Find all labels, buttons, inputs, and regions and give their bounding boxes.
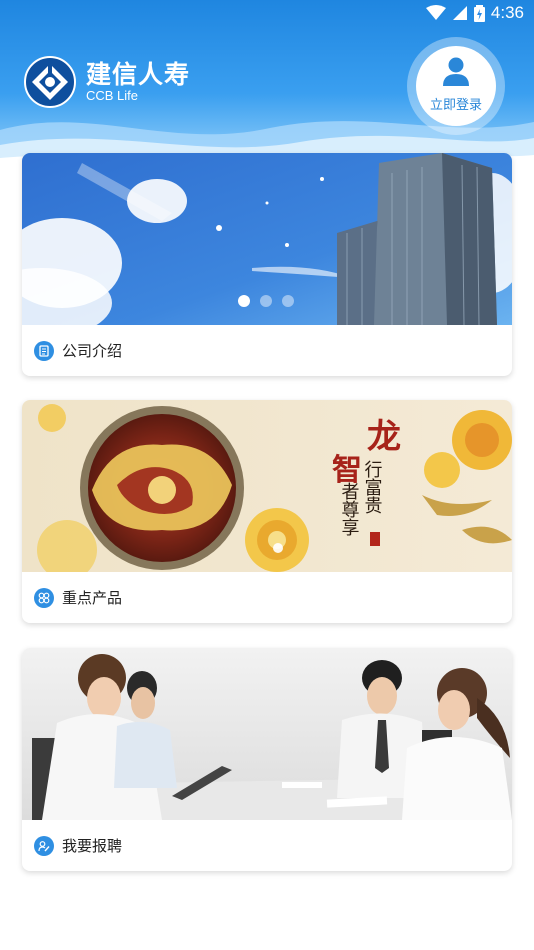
carousel-dot[interactable] [238,295,250,307]
login-label: 立即登录 [429,98,482,113]
card-label-key-products: 重点产品 [62,589,123,607]
logo-name-cn: 建信人寿 [86,60,191,89]
logo-name-en: CCB Life [86,88,139,103]
header: 4:36 建信人寿 CCB Life 立即登录 [0,0,534,170]
card-label-company-intro: 公司介绍 [62,342,123,360]
wifi-icon [425,5,446,20]
product-banner-image: 龙 智 行富贵 者尊享 [22,400,512,572]
status-time: 4:36 [490,3,524,22]
document-icon [34,340,54,361]
user-icon [443,57,469,86]
signal-icon [452,6,467,20]
card-label-recruitment: 我要报聘 [62,837,123,855]
product-title-line-2: 者尊享 [339,482,360,536]
carousel-dot[interactable] [260,295,272,307]
login-button-face[interactable]: 立即登录 [416,46,496,126]
product-title-line-1: 行富贵 [362,460,383,514]
card-company-intro[interactable]: 公司介绍 [22,153,512,376]
seal-stamp [370,532,380,546]
recruit-icon [34,835,54,856]
card-recruitment[interactable]: 我要报聘 [22,648,512,871]
ccb-logo-icon [24,56,76,108]
battery-icon [473,4,485,22]
product-title-char-long: 龙 [367,417,401,457]
card-key-products[interactable]: 龙 智 行富贵 者尊享 重点产品 [22,400,512,623]
card-footer[interactable]: 我要报聘 [22,820,512,871]
card-footer[interactable]: 重点产品 [22,572,512,623]
carousel-dot[interactable] [282,295,294,307]
carousel-indicator[interactable] [238,295,294,307]
card-footer[interactable]: 公司介绍 [22,325,512,376]
product-icon [34,587,54,608]
recruitment-banner-image [22,648,512,820]
brand-logo: 建信人寿 CCB Life [24,56,190,108]
status-bar: 4:36 [0,0,534,28]
login-button[interactable]: 立即登录 [407,37,505,135]
